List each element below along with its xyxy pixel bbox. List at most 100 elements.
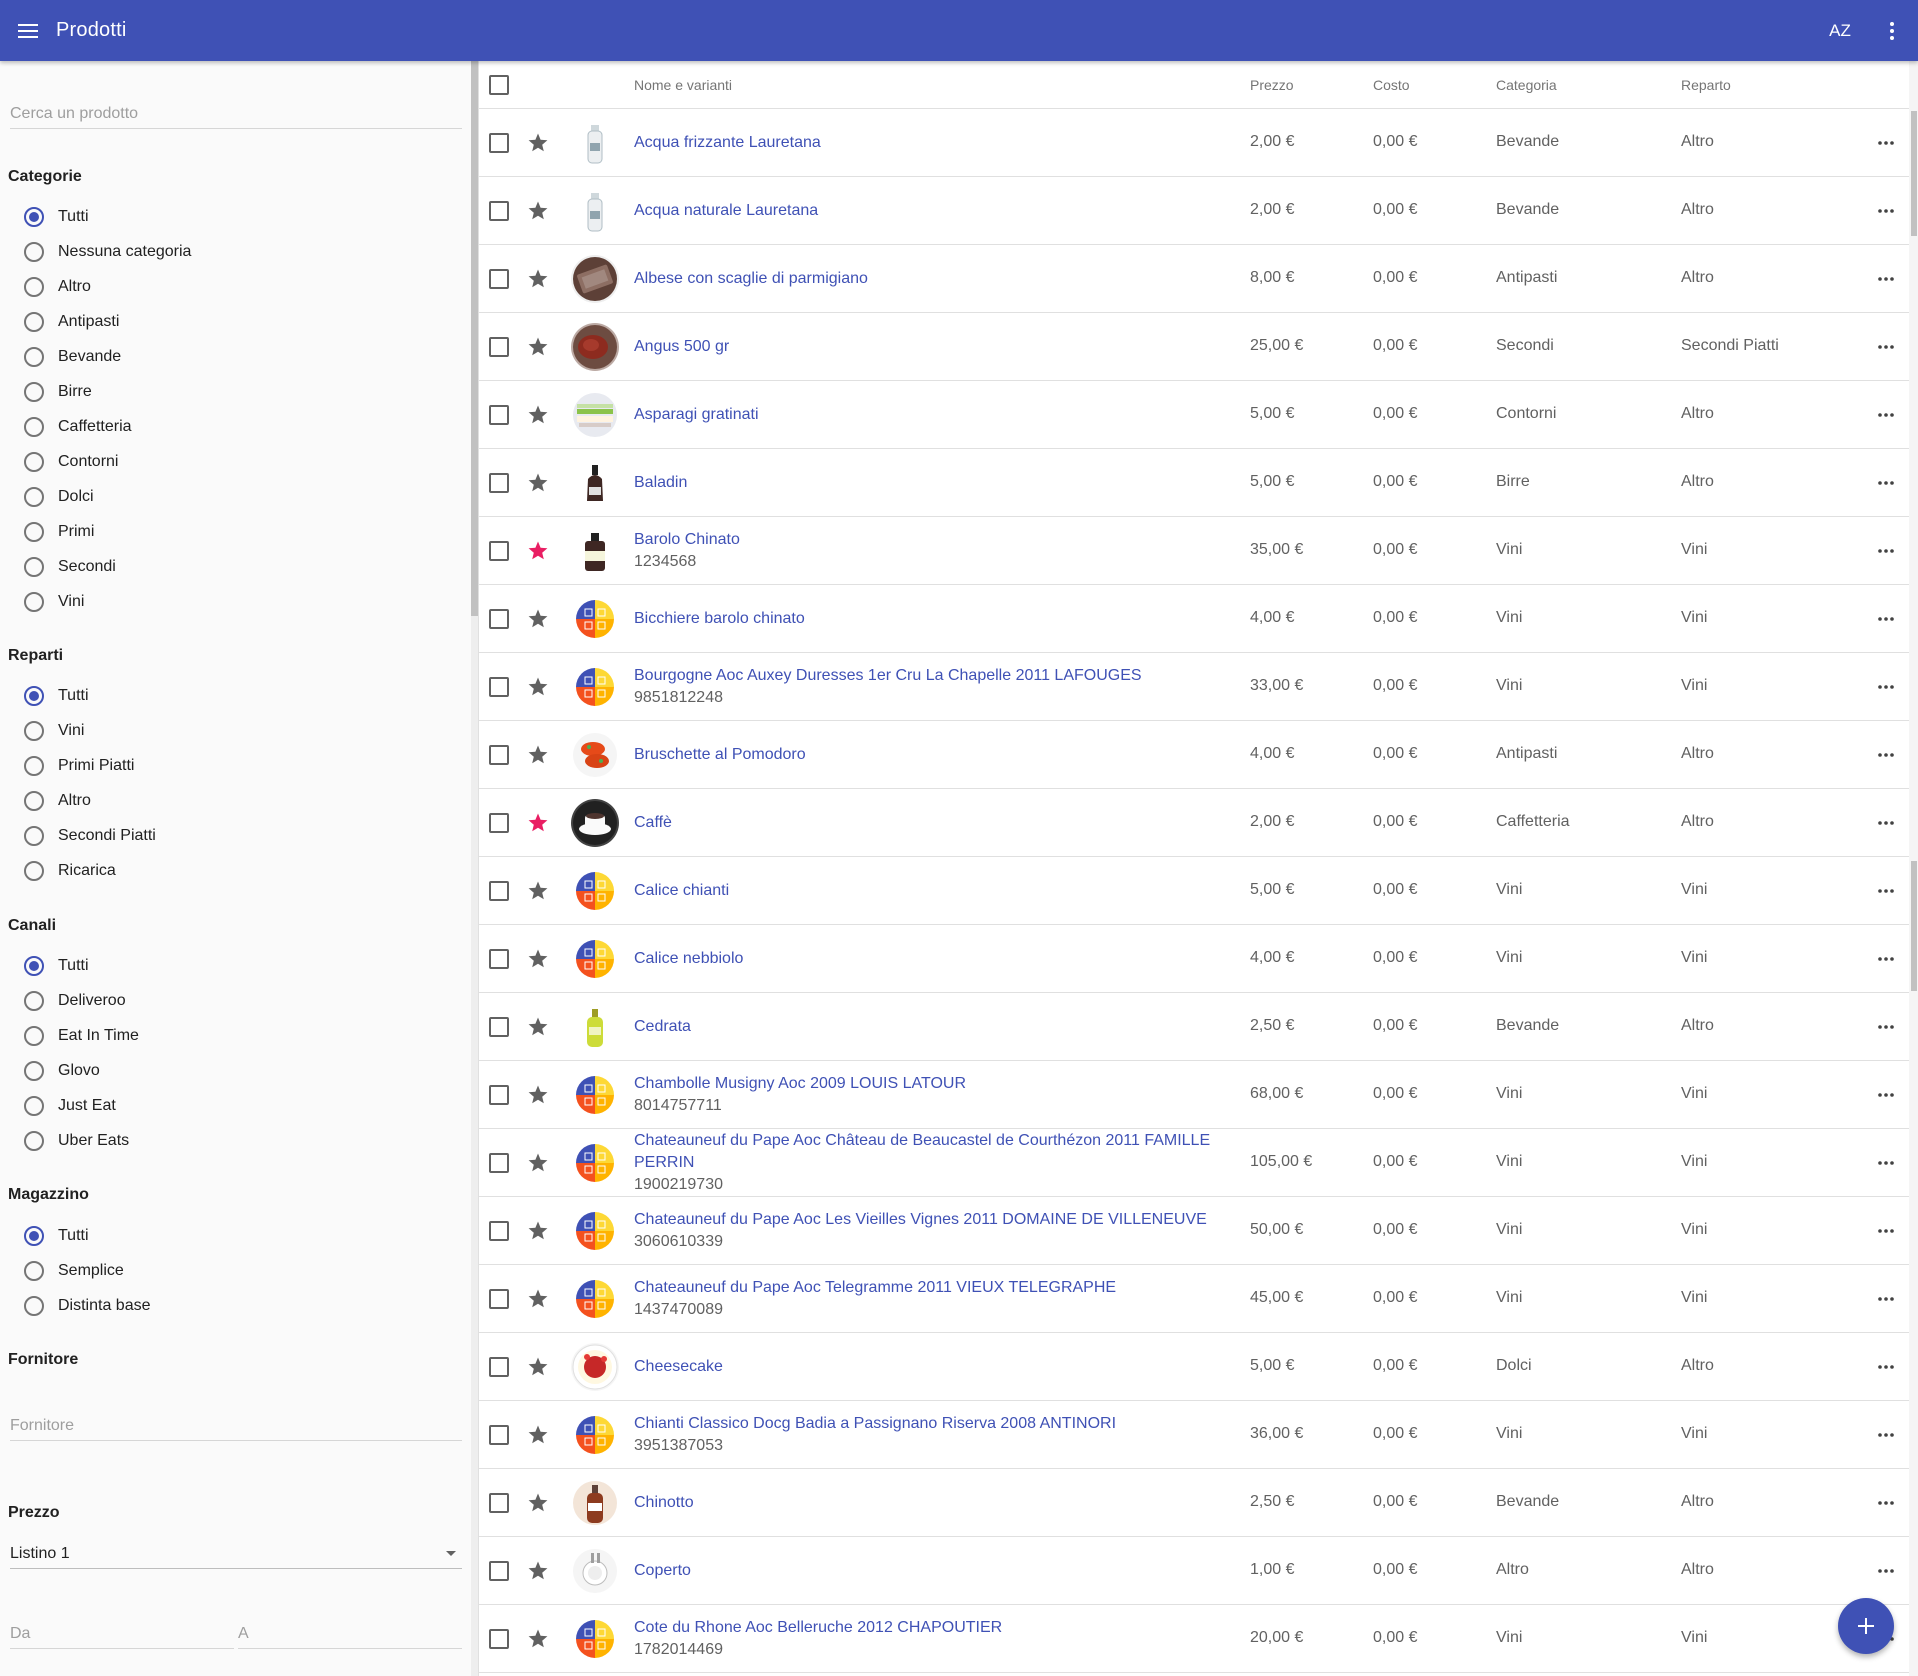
row-more-button[interactable] (1876, 881, 1896, 901)
radio-unchecked-icon[interactable] (24, 826, 44, 846)
channels-option[interactable]: Uber Eats (24, 1126, 129, 1156)
product-name-link[interactable]: Asparagi gratinati (634, 404, 1234, 426)
supplier-field[interactable] (10, 1413, 462, 1441)
radio-unchecked-icon[interactable] (24, 592, 44, 612)
star-icon[interactable] (527, 608, 549, 630)
table-scrollbar[interactable] (1909, 61, 1918, 1676)
star-icon[interactable] (527, 948, 549, 970)
row-checkbox[interactable] (489, 201, 509, 221)
star-icon[interactable] (527, 1424, 549, 1446)
radio-checked-icon[interactable] (24, 956, 44, 976)
row-more-button[interactable] (1876, 269, 1896, 289)
row-checkbox[interactable] (489, 1493, 509, 1513)
product-name-link[interactable]: Bruschette al Pomodoro (634, 744, 1234, 766)
row-checkbox[interactable] (489, 1153, 509, 1173)
product-name-link[interactable]: Calice chianti (634, 880, 1234, 902)
channels-option[interactable]: Eat In Time (24, 1021, 139, 1051)
column-header-name[interactable]: Nome e varianti (634, 77, 732, 93)
table-row[interactable]: Calice chianti 5,00 € 0,00 € Vini Vini (479, 857, 1909, 925)
categories-option[interactable]: Contorni (24, 447, 118, 477)
radio-unchecked-icon[interactable] (24, 991, 44, 1011)
row-checkbox[interactable] (489, 1221, 509, 1241)
star-filled-icon[interactable] (527, 540, 549, 562)
star-icon[interactable] (527, 132, 549, 154)
row-more-button[interactable] (1876, 473, 1896, 493)
radio-unchecked-icon[interactable] (24, 1261, 44, 1281)
sort-az-button[interactable]: AZ (1814, 0, 1866, 61)
table-row[interactable]: Acqua naturale Lauretana 2,00 € 0,00 € Beva… (479, 177, 1909, 245)
product-name-link[interactable]: Chateauneuf du Pape Aoc Les Vieilles Vig… (634, 1209, 1234, 1231)
table-row[interactable]: Baladin 5,00 € 0,00 € Birre Altro (479, 449, 1909, 517)
row-more-button[interactable] (1876, 201, 1896, 221)
row-more-button[interactable] (1876, 1493, 1896, 1513)
radio-unchecked-icon[interactable] (24, 522, 44, 542)
product-name-link[interactable]: Coperto (634, 1560, 1234, 1582)
row-checkbox[interactable] (489, 677, 509, 697)
product-name-link[interactable]: Chianti Classico Docg Badia a Passignano… (634, 1413, 1234, 1435)
categories-option[interactable]: Nessuna categoria (24, 237, 191, 267)
channels-option[interactable]: Deliveroo (24, 986, 126, 1016)
row-checkbox[interactable] (489, 1425, 509, 1445)
table-row[interactable]: Acqua frizzante Lauretana 2,00 € 0,00 € Bev… (479, 109, 1909, 177)
table-row[interactable]: Angus 500 gr 25,00 € 0,00 € Secondi Secondi … (479, 313, 1909, 381)
table-row[interactable]: Chateauneuf du Pape Aoc Telegramme 2011 … (479, 1265, 1909, 1333)
radio-unchecked-icon[interactable] (24, 417, 44, 437)
radio-unchecked-icon[interactable] (24, 347, 44, 367)
star-icon[interactable] (527, 336, 549, 358)
star-icon[interactable] (527, 268, 549, 290)
row-more-button[interactable] (1876, 949, 1896, 969)
radio-unchecked-icon[interactable] (24, 721, 44, 741)
star-icon[interactable] (527, 1152, 549, 1174)
star-icon[interactable] (527, 744, 549, 766)
row-more-button[interactable] (1876, 1085, 1896, 1105)
table-row[interactable]: Bruschette al Pomodoro 4,00 € 0,00 € Antipa… (479, 721, 1909, 789)
departments-option[interactable]: Vini (24, 716, 84, 746)
product-name-link[interactable]: Cheesecake (634, 1356, 1234, 1378)
categories-option[interactable]: Altro (24, 272, 91, 302)
categories-option[interactable]: Bevande (24, 342, 121, 372)
row-more-button[interactable] (1876, 1357, 1896, 1377)
table-row[interactable]: Asparagi gratinati 5,00 € 0,00 € Contorni Al… (479, 381, 1909, 449)
departments-option[interactable]: Tutti (24, 681, 89, 711)
table-row[interactable]: Caffè 2,00 € 0,00 € Caffetteria Altro (479, 789, 1909, 857)
row-more-button[interactable] (1876, 337, 1896, 357)
departments-option[interactable]: Altro (24, 786, 91, 816)
warehouse-option[interactable]: Tutti (24, 1221, 89, 1251)
channels-option[interactable]: Glovo (24, 1056, 100, 1086)
product-name-link[interactable]: Chateauneuf du Pape Aoc Château de Beauc… (634, 1130, 1234, 1174)
channels-option[interactable]: Just Eat (24, 1091, 116, 1121)
select-all-checkbox[interactable] (489, 75, 509, 95)
categories-option[interactable]: Primi (24, 517, 94, 547)
table-row[interactable]: Cheesecake 5,00 € 0,00 € Dolci Altro (479, 1333, 1909, 1401)
radio-unchecked-icon[interactable] (24, 756, 44, 776)
radio-unchecked-icon[interactable] (24, 242, 44, 262)
price-from-field[interactable] (10, 1621, 234, 1649)
row-more-button[interactable] (1876, 609, 1896, 629)
categories-option[interactable]: Secondi (24, 552, 116, 582)
row-more-button[interactable] (1876, 405, 1896, 425)
product-name-link[interactable]: Cote du Rhone Aoc Belleruche 2012 CHAPOU… (634, 1617, 1234, 1639)
price-to-field[interactable] (238, 1621, 462, 1649)
row-checkbox[interactable] (489, 541, 509, 561)
product-name-link[interactable]: Angus 500 gr (634, 336, 1234, 358)
table-row[interactable]: Chambolle Musigny Aoc 2009 LOUIS LATOUR 8… (479, 1061, 1909, 1129)
warehouse-option[interactable]: Distinta base (24, 1291, 151, 1321)
radio-unchecked-icon[interactable] (24, 557, 44, 577)
row-more-button[interactable] (1876, 1561, 1896, 1581)
radio-unchecked-icon[interactable] (24, 452, 44, 472)
radio-unchecked-icon[interactable] (24, 487, 44, 507)
table-scrollbar-thumb[interactable] (1911, 111, 1917, 236)
radio-unchecked-icon[interactable] (24, 791, 44, 811)
sidebar-scrollbar[interactable] (471, 61, 478, 1676)
departments-option[interactable]: Secondi Piatti (24, 821, 156, 851)
product-name-link[interactable]: Caffè (634, 812, 1234, 834)
warehouse-option[interactable]: Semplice (24, 1256, 124, 1286)
star-icon[interactable] (527, 1288, 549, 1310)
row-more-button[interactable] (1876, 133, 1896, 153)
row-checkbox[interactable] (489, 609, 509, 629)
price-to-input[interactable] (238, 1621, 462, 1647)
row-checkbox[interactable] (489, 1629, 509, 1649)
product-name-link[interactable]: Chinotto (634, 1492, 1234, 1514)
column-header-department[interactable]: Reparto (1681, 77, 1731, 93)
table-row[interactable]: Bicchiere barolo chinato 4,00 € 0,00 € Vini… (479, 585, 1909, 653)
